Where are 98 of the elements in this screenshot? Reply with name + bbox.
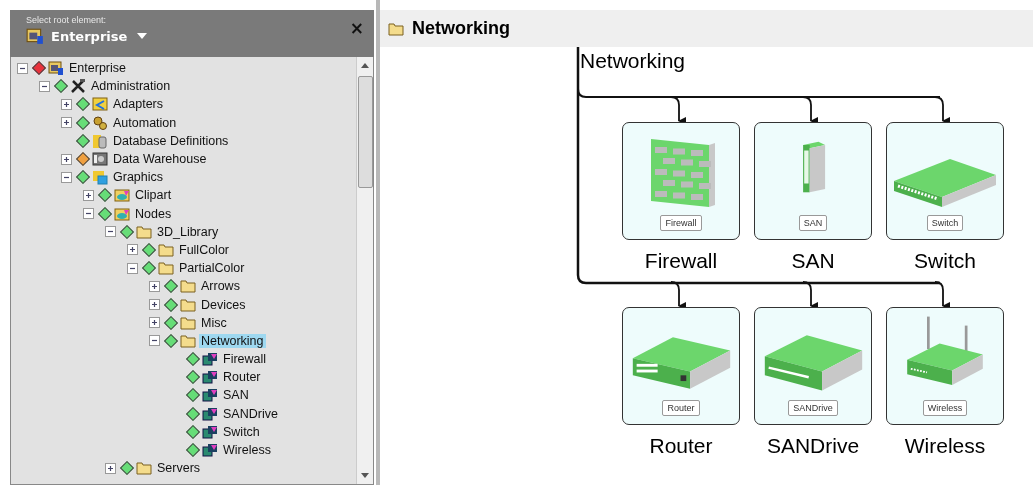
folder-icon — [136, 223, 152, 240]
connector-arrow — [934, 281, 950, 310]
tree-item[interactable]: Router — [221, 370, 263, 385]
scroll-down-icon — [361, 473, 369, 478]
collapse-toggle-icon[interactable] — [105, 226, 116, 238]
tree-item[interactable]: Networking — [199, 333, 266, 348]
connector-arrow — [934, 96, 950, 125]
shapes-folder-icon — [114, 205, 130, 222]
device-badge: Wireless — [922, 400, 968, 416]
device-caption: Firewall — [644, 249, 718, 273]
view-title: Networking — [412, 18, 510, 39]
root-dropdown[interactable]: Enterprise — [26, 27, 148, 45]
device-caption: SANDrive — [766, 434, 860, 458]
folder-icon — [180, 314, 196, 331]
device-caption: SAN — [791, 249, 835, 273]
node-shape-icon — [202, 442, 218, 459]
expand-toggle-icon[interactable] — [149, 280, 160, 292]
device-badge: SANDrive — [788, 400, 838, 416]
collapse-toggle-icon[interactable] — [17, 62, 28, 74]
tree-item[interactable]: Database Definitions — [111, 133, 231, 148]
device-badge: SAN — [798, 215, 828, 231]
folder-icon — [388, 20, 404, 37]
folder-icon — [180, 278, 196, 295]
device-badge: Router — [662, 400, 700, 416]
node-shape-icon — [202, 423, 218, 440]
device-caption: Router — [649, 434, 713, 458]
dropdown-caret-icon — [137, 33, 148, 39]
device-card[interactable]: Wireless — [886, 307, 1004, 425]
collapse-toggle-icon[interactable] — [83, 208, 94, 220]
expand-toggle-icon[interactable] — [61, 153, 72, 165]
tree-item[interactable]: Enterprise — [67, 61, 128, 76]
close-button[interactable]: × — [349, 18, 364, 38]
adapter-folder-icon — [92, 96, 108, 113]
expand-toggle-icon[interactable] — [61, 117, 72, 129]
expand-toggle-icon[interactable] — [61, 98, 72, 110]
collapse-toggle-icon[interactable] — [149, 335, 160, 347]
tree-item[interactable]: Adapters — [111, 97, 166, 112]
expand-toggle-icon[interactable] — [83, 189, 94, 201]
picture-folder-icon — [92, 169, 108, 186]
expand-toggle-icon[interactable] — [149, 317, 160, 329]
tree-item[interactable]: FullColor — [177, 242, 231, 257]
device-card[interactable]: SAN — [754, 122, 872, 240]
folder-icon — [136, 460, 152, 477]
tree-item[interactable]: Graphics — [111, 170, 166, 185]
tree-item[interactable]: Firewall — [221, 352, 269, 367]
collapse-toggle-icon[interactable] — [39, 80, 50, 92]
diagram-title: Networking — [580, 49, 686, 73]
device-caption: Wireless — [904, 434, 986, 458]
device-badge: Firewall — [660, 215, 702, 231]
tree-item[interactable]: Data Warehouse — [111, 152, 209, 167]
safe-icon — [92, 151, 108, 168]
shapes-folder-icon — [114, 187, 130, 204]
device-card[interactable]: Router — [622, 307, 740, 425]
folder-icon — [180, 332, 196, 349]
node-shape-icon — [202, 369, 218, 386]
tree-item[interactable]: 3D_Library — [155, 224, 221, 239]
collapse-toggle-icon[interactable] — [127, 262, 138, 274]
device-card[interactable]: Switch — [886, 122, 1004, 240]
device-badge: Switch — [926, 215, 964, 231]
folder-icon — [180, 296, 196, 313]
device-card[interactable]: SANDrive — [754, 307, 872, 425]
node-shape-icon — [202, 405, 218, 422]
expand-toggle-icon[interactable] — [105, 462, 116, 474]
node-shape-icon — [202, 387, 218, 404]
expand-toggle-icon[interactable] — [127, 244, 138, 256]
tree-item[interactable]: PartialColor — [177, 261, 247, 276]
tree-item[interactable]: Arrows — [199, 279, 242, 294]
scroll-thumb[interactable] — [357, 76, 373, 188]
folder-icon — [158, 241, 174, 258]
device-caption: Switch — [914, 249, 976, 273]
connector-arrow — [802, 281, 818, 310]
device-card[interactable]: Firewall — [622, 122, 740, 240]
expand-toggle-icon[interactable] — [149, 299, 160, 311]
tree-item[interactable]: Nodes — [133, 206, 174, 221]
folder-icon — [158, 260, 174, 277]
tree-item[interactable]: SANDrive — [221, 406, 280, 421]
gears-icon — [92, 114, 108, 131]
enterprise-icon — [26, 27, 44, 45]
tree-item[interactable]: Devices — [199, 297, 248, 312]
tree-item[interactable]: Servers — [155, 461, 203, 476]
tree-item[interactable]: SAN — [221, 388, 251, 403]
connector-arrow — [670, 281, 686, 310]
tree-item[interactable]: Automation — [111, 115, 179, 130]
tree-item[interactable]: Misc — [199, 315, 229, 330]
root-selector-caption: Select root element: — [26, 15, 108, 25]
node-shape-icon — [202, 351, 218, 368]
tree-item[interactable]: Administration — [89, 79, 173, 94]
tree-item[interactable]: Switch — [221, 424, 262, 439]
connector-arrow — [802, 96, 818, 125]
tree-item[interactable]: Wireless — [221, 443, 273, 458]
enterprise-icon — [48, 60, 64, 77]
connector-arrow — [670, 96, 686, 125]
scroll-up-icon — [361, 63, 369, 68]
scrollbar[interactable] — [356, 57, 373, 484]
tree-item[interactable]: Clipart — [133, 188, 174, 203]
tools-icon — [70, 78, 86, 95]
collapse-toggle-icon[interactable] — [61, 171, 72, 183]
database-icon — [92, 132, 108, 149]
